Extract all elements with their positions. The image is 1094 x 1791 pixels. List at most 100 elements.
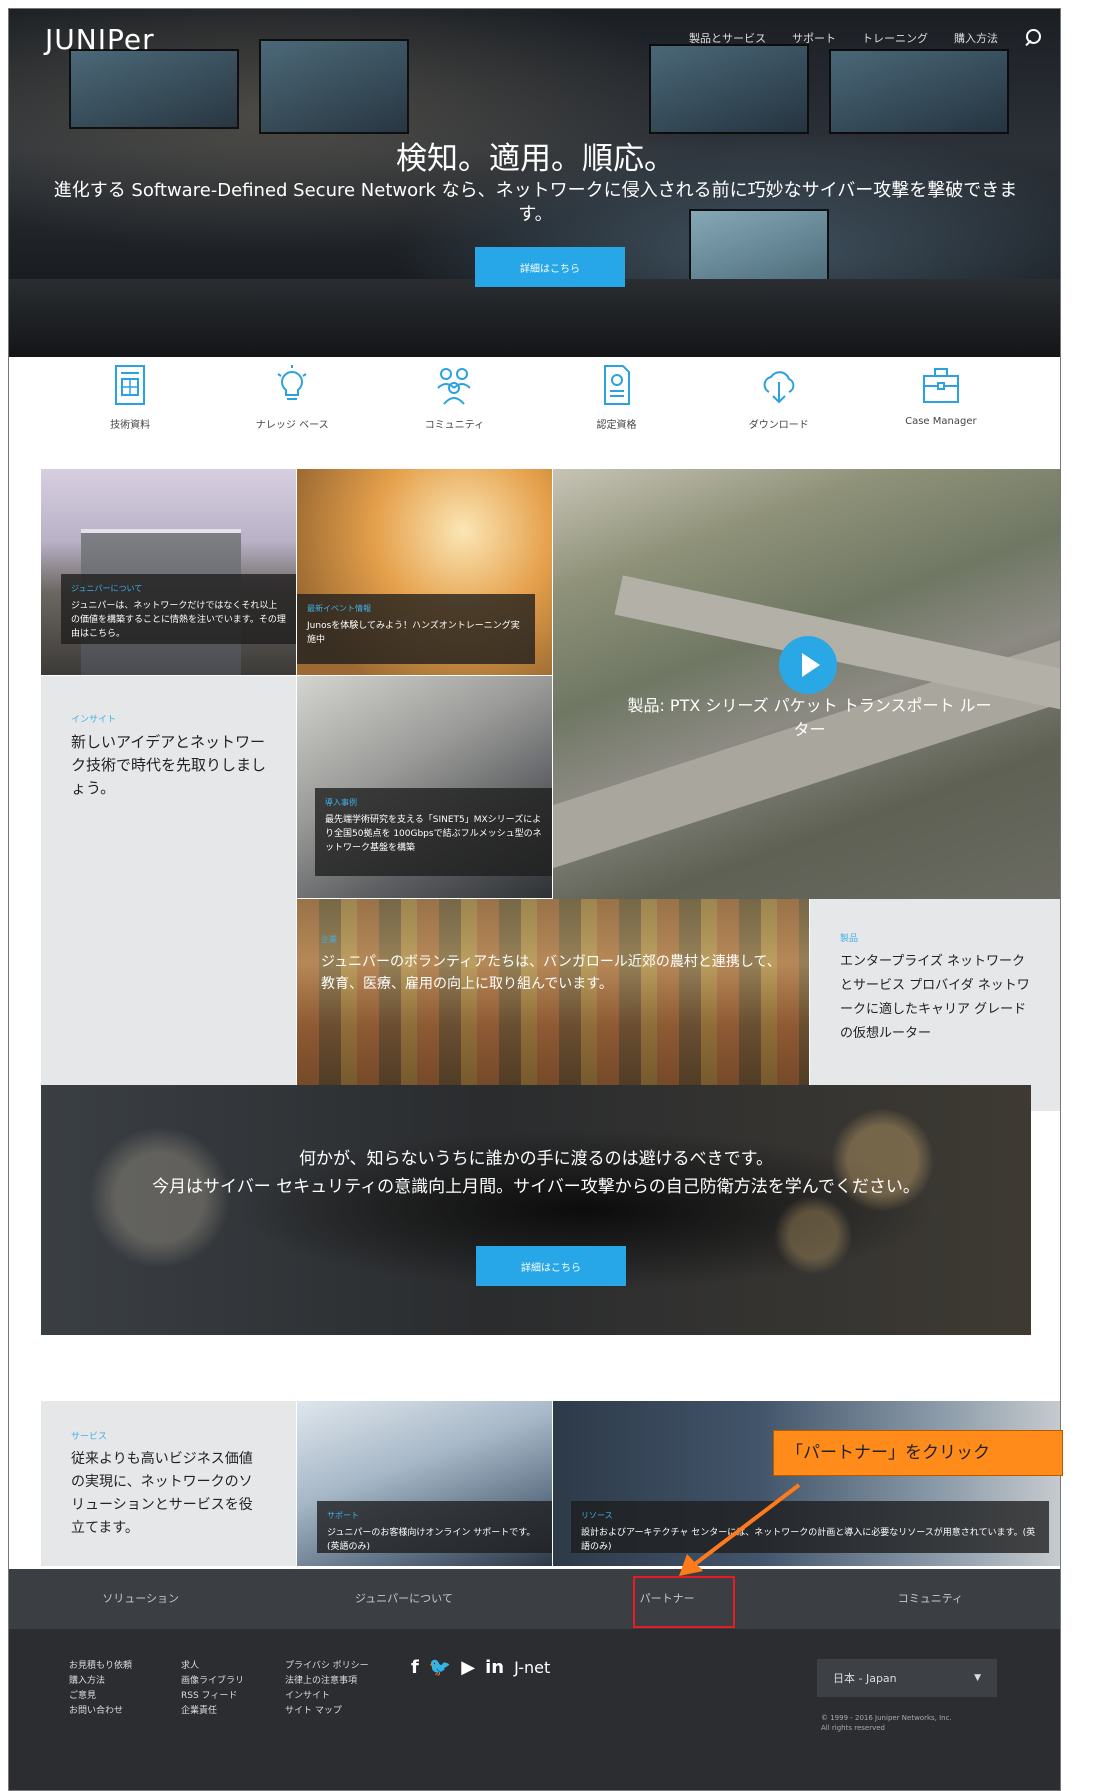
quick-link-tech-docs[interactable]: 技術資料 xyxy=(65,364,195,454)
quick-link-label: コミュニティ xyxy=(424,420,485,431)
tile-text: Junosを体験してみよう！ハンズオントレーニング実施中 xyxy=(307,621,520,645)
security-banner: 何かが、知らないうちに誰かの手に渡るのは避けるべきです。 今月はサイバー セキュ… xyxy=(41,1085,1031,1335)
play-icon[interactable] xyxy=(779,636,837,694)
copyright-line: All rights reserved xyxy=(821,1724,885,1732)
footer-col-1: お見積もり依頼 購入方法 ご意見 お問い合わせ xyxy=(69,1659,132,1719)
tile-category: サポート xyxy=(327,1511,359,1520)
tile-about-juniper[interactable]: ジュニパーについて ジュニパーは、ネットワークだけではなくそれ以上の価値を構築す… xyxy=(41,469,296,675)
youtube-icon[interactable]: ▶ xyxy=(461,1657,475,1678)
tile-text: ジュニパーは、ネットワークだけではなくそれ以上の価値を構築することに情熱を注いで… xyxy=(71,601,286,639)
tile-category: 企業 xyxy=(321,935,337,944)
footer-link[interactable]: 購入方法 xyxy=(69,1674,132,1689)
video-caption: 製品: PTX シリーズ パケット トランスポート ルーター xyxy=(627,696,992,739)
footer-col-2: 求人 画像ライブラリ RSS フィード 企業責任 xyxy=(181,1659,244,1719)
banner-line-1: 何かが、知らないうちに誰かの手に渡るのは避けるべきです。 xyxy=(299,1149,773,1169)
language-select[interactable]: 日本 - Japan ▼ xyxy=(817,1659,997,1697)
footer-link[interactable]: プライバシ ポリシー xyxy=(285,1659,369,1674)
footer-link[interactable]: 企業責任 xyxy=(181,1704,244,1719)
tile-category: ジュニパーについて xyxy=(71,584,143,593)
quick-link-knowledge-base[interactable]: ナレッジ ベース xyxy=(227,364,357,454)
partner-highlight-box xyxy=(633,1576,735,1628)
hero-monitor xyxy=(69,49,239,129)
copyright-line: © 1999 - 2016 Juniper Networks, Inc. xyxy=(821,1714,952,1722)
quick-links: 技術資料 ナレッジ ベース コミュニティ 認定資格 ダウンロード Case Ma… xyxy=(9,364,1060,454)
tile-category: 導入事例 xyxy=(325,798,357,807)
tile-text: 従来よりも高いビジネス価値の実現に、ネットワークのソリューションとサービスを役立… xyxy=(71,1451,253,1536)
tile-case-study[interactable]: 導入事例 最先端学術研究を支える「SINET5」MXシリーズにより全国50拠点を… xyxy=(297,676,552,898)
juniper-logo[interactable]: JUNIPer xyxy=(45,23,155,56)
tile-video-ptx[interactable]: 製品: PTX シリーズ パケット トランスポート ルーター xyxy=(553,469,1060,899)
footer-link[interactable]: RSS フィード xyxy=(181,1689,244,1704)
tile-volunteer[interactable]: 企業 ジュニパーのボランティアたちは、バンガロール近郊の農村と連携して、教育、医… xyxy=(297,899,809,1111)
nav-how-to-buy[interactable]: 購入方法 xyxy=(954,30,998,46)
community-icon xyxy=(437,368,472,405)
footer-nav-community[interactable]: コミュニティ xyxy=(799,1569,1060,1629)
footer-link[interactable]: 求人 xyxy=(181,1659,244,1674)
footer: お見積もり依頼 購入方法 ご意見 お問い合わせ 求人 画像ライブラリ RSS フ… xyxy=(9,1629,1060,1790)
nav-support[interactable]: サポート xyxy=(792,30,836,46)
footer-nav-about[interactable]: ジュニパーについて xyxy=(272,1569,535,1629)
tile-overlay: ジュニパーについて ジュニパーは、ネットワークだけではなくそれ以上の価値を構築す… xyxy=(61,574,296,644)
lightbulb-icon xyxy=(277,365,307,400)
hero-details-button[interactable]: 詳細はこちら xyxy=(475,247,625,287)
instruction-callout: 「パートナー」をクリック xyxy=(773,1430,1063,1476)
quick-link-label: Case Manager xyxy=(905,416,977,427)
briefcase-icon xyxy=(922,368,959,403)
tile-overlay: 企業 ジュニパーのボランティアたちは、バンガロール近郊の農村と連携して、教育、医… xyxy=(321,929,791,995)
footer-link[interactable]: 法律上の注意事項 xyxy=(285,1674,369,1689)
hero-monitor xyxy=(259,39,409,134)
hero-subtitle: 進化する Software-Defined Secure Network なら、… xyxy=(53,180,1018,225)
quick-link-certification[interactable]: 認定資格 xyxy=(552,364,682,454)
tile-overlay: リソース 設計およびアーキテクチャ センターには、ネットワークの計画と導入に必要… xyxy=(571,1501,1049,1553)
linkedin-icon[interactable]: in xyxy=(485,1657,504,1678)
tile-text: 最先端学術研究を支える「SINET5」MXシリーズにより全国50拠点を 100G… xyxy=(325,815,542,853)
footer-nav-solutions[interactable]: ソリューション xyxy=(9,1569,272,1629)
quick-link-label: ダウンロード xyxy=(748,420,809,431)
language-value: 日本 - Japan xyxy=(833,1672,897,1685)
quick-link-label: 認定資格 xyxy=(596,420,637,431)
document-grid-icon xyxy=(115,365,146,405)
tile-events[interactable]: 最新イベント情報 Junosを体験してみよう！ハンズオントレーニング実施中 xyxy=(297,469,552,675)
tile-overlay: 最新イベント情報 Junosを体験してみよう！ハンズオントレーニング実施中 xyxy=(297,594,535,664)
tile-text: エンタープライズ ネットワークとサービス プロバイダ ネットワークに適したキャリ… xyxy=(840,954,1030,1041)
copyright: © 1999 - 2016 Juniper Networks, Inc. All… xyxy=(821,1713,952,1733)
tile-category: サービス xyxy=(71,1432,108,1442)
tile-text: ジュニパーのボランティアたちは、バンガロール近郊の農村と連携して、教育、医療、雇… xyxy=(321,954,781,992)
tile-text: ジュニパーのお客様向けオンライン サポートです。(英語のみ) xyxy=(327,1528,536,1552)
twitter-icon[interactable]: 🐦 xyxy=(429,1657,451,1678)
search-icon[interactable] xyxy=(1024,29,1042,47)
hero-monitor xyxy=(649,44,809,134)
quick-link-case-manager[interactable]: Case Manager xyxy=(876,364,1006,454)
hero-banner: JUNIPer 製品とサービス サポート トレーニング 購入方法 検知。適用。順… xyxy=(9,9,1060,357)
tile-product-router[interactable]: 製品 エンタープライズ ネットワークとサービス プロバイダ ネットワークに適した… xyxy=(810,899,1060,1111)
banner-details-button[interactable]: 詳細はこちら xyxy=(476,1246,626,1286)
tile-category: 製品 xyxy=(840,934,859,944)
quick-link-community[interactable]: コミュニティ xyxy=(389,364,519,454)
tile-text: 新しいアイデアとネットワーク技術で時代を先取りしましょう。 xyxy=(71,733,267,797)
hero-desk xyxy=(9,279,1060,357)
footer-link[interactable]: 画像ライブラリ xyxy=(181,1674,244,1689)
footer-link[interactable]: お問い合わせ xyxy=(69,1704,132,1719)
top-nav: 製品とサービス サポート トレーニング 購入方法 xyxy=(689,29,1042,47)
footer-link[interactable]: サイト マップ xyxy=(285,1704,369,1719)
hero-title: 検知。適用。順応。 xyxy=(396,141,675,177)
tile-insight[interactable]: インサイト 新しいアイデアとネットワーク技術で時代を先取りしましょう。 xyxy=(41,676,296,1111)
quick-link-download[interactable]: ダウンロード xyxy=(714,364,844,454)
social-links: f 🐦 ▶ in J-net xyxy=(411,1657,550,1678)
footer-link[interactable]: インサイト xyxy=(285,1689,369,1704)
chevron-down-icon: ▼ xyxy=(974,1673,981,1683)
banner-line-2: 今月はサイバー セキュリティの意識向上月間。サイバー攻撃からの自己防衛方法を学ん… xyxy=(152,1177,920,1197)
tile-category: リソース xyxy=(581,1511,613,1520)
tile-support[interactable]: サポート ジュニパーのお客様向けオンライン サポートです。(英語のみ) xyxy=(297,1401,552,1566)
footer-link[interactable]: ご意見 xyxy=(69,1689,132,1704)
footer-link[interactable]: お見積もり依頼 xyxy=(69,1659,132,1674)
tile-overlay: 導入事例 最先端学術研究を支える「SINET5」MXシリーズにより全国50拠点を… xyxy=(315,788,552,876)
cloud-download-icon xyxy=(763,371,795,404)
nav-training[interactable]: トレーニング xyxy=(862,30,928,46)
page: JUNIPer 製品とサービス サポート トレーニング 購入方法 検知。適用。順… xyxy=(8,8,1061,1791)
facebook-icon[interactable]: f xyxy=(411,1657,419,1678)
nav-products[interactable]: 製品とサービス xyxy=(689,30,766,46)
tile-category: 最新イベント情報 xyxy=(307,604,371,613)
tile-services[interactable]: サービス 従来よりも高いビジネス価値の実現に、ネットワークのソリューションとサー… xyxy=(41,1401,296,1566)
jnet-icon[interactable]: J-net xyxy=(514,1658,550,1677)
